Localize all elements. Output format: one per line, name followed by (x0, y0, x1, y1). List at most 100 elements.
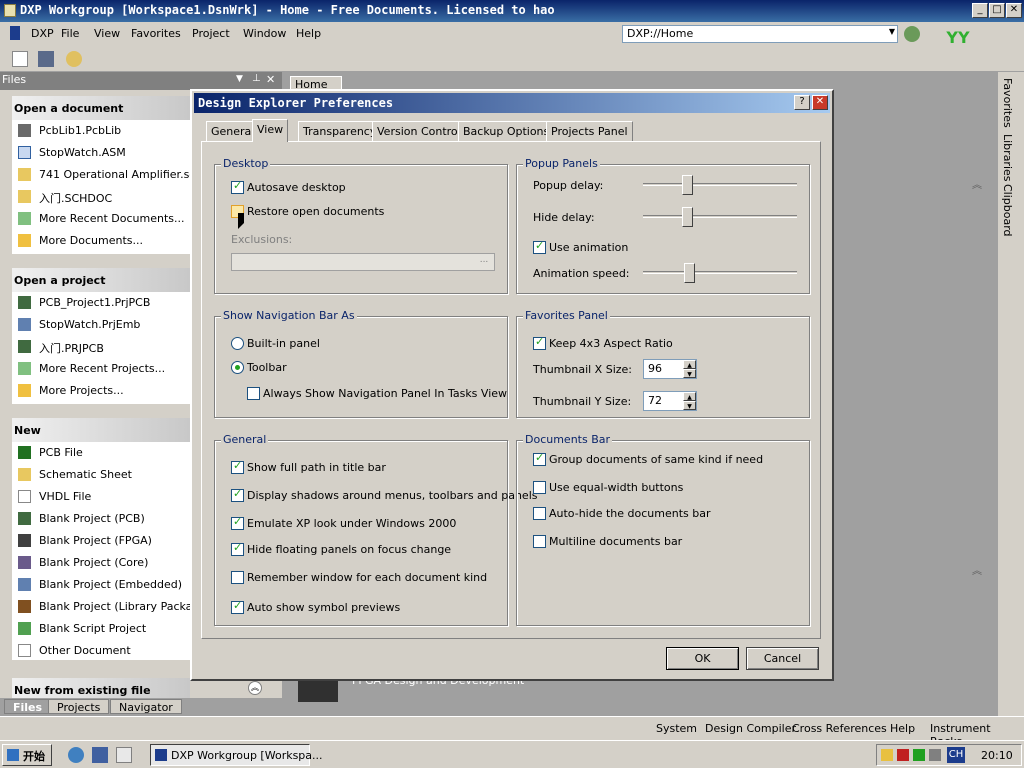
start-button[interactable]: 开始 (2, 744, 52, 766)
tab-projects-panel[interactable]: Projects Panel (546, 121, 633, 141)
builtin-panel-radio[interactable] (231, 337, 244, 350)
folder-icon (18, 212, 31, 225)
menu-project[interactable]: Project (192, 27, 230, 40)
desktop-group: Desktop Autosave desktop Restore open do… (214, 157, 508, 294)
spin-up-icon[interactable]: ▲ (683, 392, 696, 401)
schematic-icon (18, 168, 31, 181)
open-icon[interactable] (38, 51, 54, 67)
general-option-checkbox[interactable] (231, 541, 244, 556)
tab-libraries[interactable]: Libraries (1001, 134, 1014, 182)
thumb-x-label: Thumbnail X Size: (533, 363, 632, 376)
exclusions-browse-button[interactable]: ... (476, 255, 492, 269)
tray-volume-icon[interactable] (929, 749, 941, 761)
spin-down-icon[interactable]: ▼ (683, 369, 696, 378)
animation-speed-label: Animation speed: (533, 267, 630, 280)
pin-icon[interactable]: ⊥ (252, 73, 261, 84)
new-document-icon[interactable] (12, 51, 28, 67)
general-option-checkbox[interactable] (231, 459, 244, 474)
tray-clock: 20:10 (981, 749, 1013, 762)
embedded-project-icon (18, 578, 31, 591)
docbar-option-checkbox[interactable] (533, 507, 546, 520)
collapse-section-icon[interactable]: ︽ (972, 176, 982, 191)
docbar-option-checkbox[interactable] (533, 481, 546, 494)
pcb-project-icon (18, 340, 31, 353)
panel-tabs: Files Projects Navigator (0, 698, 282, 716)
status-design-compiler[interactable]: Design Compiler (705, 722, 796, 735)
menu-window[interactable]: Window (243, 27, 286, 40)
tab-view[interactable]: View (252, 119, 289, 142)
maximize-button[interactable]: □ (989, 3, 1005, 18)
autosave-label: Autosave desktop (247, 181, 346, 194)
tray-language[interactable]: CH (947, 747, 965, 763)
docbar-option-label: Use equal-width buttons (549, 481, 684, 494)
menu-favorites[interactable]: Favorites (131, 27, 181, 40)
tray-network-icon[interactable] (913, 749, 925, 761)
spin-up-icon[interactable]: ▲ (683, 360, 696, 369)
menu-file[interactable]: File (61, 27, 79, 40)
panel-menu-icon[interactable]: ▼ (236, 74, 243, 84)
collapse-up-icon[interactable]: ︽ (248, 681, 262, 695)
menu-view[interactable]: View (94, 27, 120, 40)
tab-transparency[interactable]: Transparency (298, 121, 382, 141)
autosave-checkbox[interactable] (231, 179, 244, 194)
mouse-cursor (238, 213, 244, 229)
thumb-x-spinner[interactable]: 96 ▲ ▼ (643, 359, 697, 379)
tab-backup-options[interactable]: Backup Options (458, 121, 555, 141)
popup-panels-group: Popup Panels Popup delay: Hide delay: Us… (516, 157, 810, 294)
tab-files[interactable]: Files (4, 699, 52, 714)
address-field[interactable]: DXP://Home ▼ (622, 25, 898, 43)
general-group: General Show full path in title bar Disp… (214, 433, 538, 626)
system-tray: CH 20:10 (876, 744, 1022, 766)
cancel-button[interactable]: Cancel (746, 647, 819, 670)
panel-close-icon[interactable]: ✕ (266, 73, 275, 86)
tab-projects[interactable]: Projects (48, 699, 110, 714)
status-help[interactable]: Help (890, 722, 915, 735)
app-title-bar: DXP Workgroup [Workspace1.DsnWrk] - Home… (0, 0, 1024, 22)
general-option-label: Emulate XP look under Windows 2000 (247, 517, 457, 530)
tab-navigator[interactable]: Navigator (110, 699, 182, 714)
tab-clipboard[interactable]: Clipboard (1001, 184, 1014, 237)
general-option-checkbox[interactable] (231, 515, 244, 530)
docbar-option-checkbox[interactable] (533, 451, 546, 466)
address-value: DXP://Home (627, 27, 694, 40)
view-tab-body: Desktop Autosave desktop Restore open do… (201, 141, 821, 639)
back-icon[interactable] (904, 26, 920, 42)
dialog-close-button[interactable]: ✕ (812, 95, 828, 110)
tab-version-control[interactable]: Version Control (372, 121, 466, 141)
spin-down-icon[interactable]: ▼ (683, 401, 696, 410)
toolbar-radio[interactable] (231, 361, 244, 374)
menu-help[interactable]: Help (296, 27, 321, 40)
exclusions-field[interactable]: ... (231, 253, 495, 271)
start-label: 开始 (23, 750, 45, 763)
tab-favorites[interactable]: Favorites (1001, 78, 1014, 128)
ok-button[interactable]: OK (666, 647, 739, 670)
dialog-help-button[interactable]: ? (794, 95, 810, 110)
always-show-checkbox[interactable] (247, 387, 260, 400)
help-bulb-icon[interactable] (66, 51, 82, 67)
status-cross-references[interactable]: Cross References (792, 722, 887, 735)
docbar-option-checkbox[interactable] (533, 535, 546, 548)
address-dropdown-icon[interactable]: ▼ (889, 27, 895, 36)
general-option-checkbox[interactable] (231, 487, 244, 502)
minimize-button[interactable]: _ (972, 3, 988, 18)
keep-aspect-checkbox[interactable] (533, 335, 546, 350)
close-button[interactable]: ✕ (1006, 3, 1022, 18)
tray-pen-icon[interactable] (881, 749, 893, 761)
schematic-icon (18, 468, 31, 481)
desktop-icon[interactable] (116, 747, 132, 763)
use-animation-checkbox[interactable] (533, 239, 546, 254)
menu-dxp[interactable]: DXP (31, 27, 54, 40)
animation-speed-slider[interactable] (643, 263, 797, 283)
collapse-section-icon[interactable]: ︽ (972, 562, 982, 577)
ie-icon[interactable] (68, 747, 84, 763)
outlook-icon[interactable] (92, 747, 108, 763)
hide-delay-slider[interactable] (643, 207, 797, 227)
thumb-y-spinner[interactable]: 72 ▲ ▼ (643, 391, 697, 411)
status-system[interactable]: System (656, 722, 697, 735)
general-option-checkbox[interactable] (231, 571, 244, 584)
general-option-label: Display shadows around menus, toolbars a… (247, 489, 538, 502)
general-option-checkbox[interactable] (231, 599, 244, 614)
taskbar-window-button[interactable]: DXP Workgroup [Workspa... (150, 744, 323, 766)
popup-delay-slider[interactable] (643, 175, 797, 195)
tray-shield-icon[interactable] (897, 749, 909, 761)
